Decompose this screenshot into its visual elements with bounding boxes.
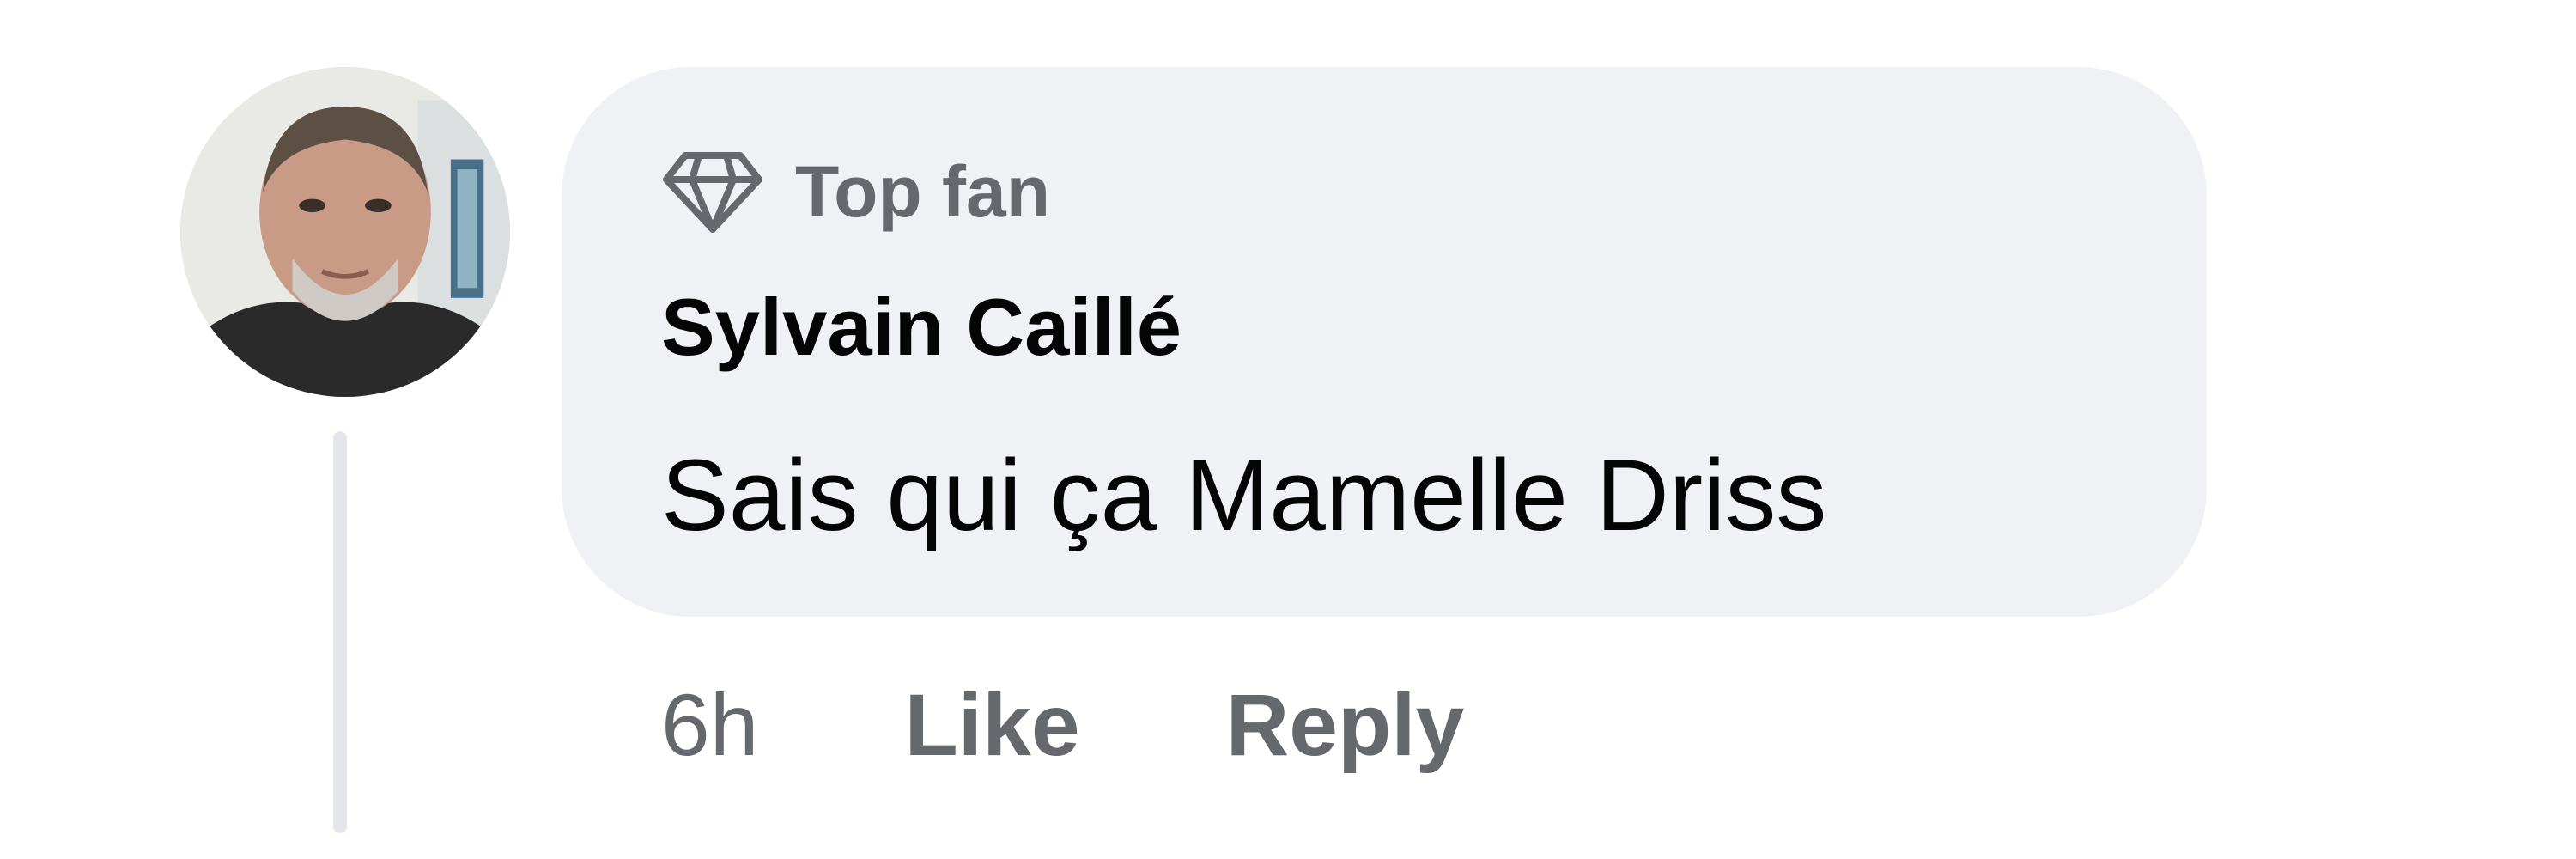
top-fan-badge: Top fan [661,144,1050,239]
timestamp[interactable]: 6h [661,681,758,769]
avatar[interactable] [180,67,510,397]
like-button[interactable]: Like [904,681,1079,769]
diamond-icon [661,149,764,235]
comment: Top fan Sylvain Caillé Sais qui ça Mamel… [0,0,2576,859]
thread-line [333,431,347,833]
avatar-image [180,67,510,397]
author-name[interactable]: Sylvain Caillé [661,287,1182,368]
badge-label: Top fan [795,151,1051,232]
comment-actions: 6h Like Reply [661,673,1464,777]
reply-button[interactable]: Reply [1226,681,1465,769]
comment-text: Sais qui ça Mamelle Driss [661,439,1827,552]
